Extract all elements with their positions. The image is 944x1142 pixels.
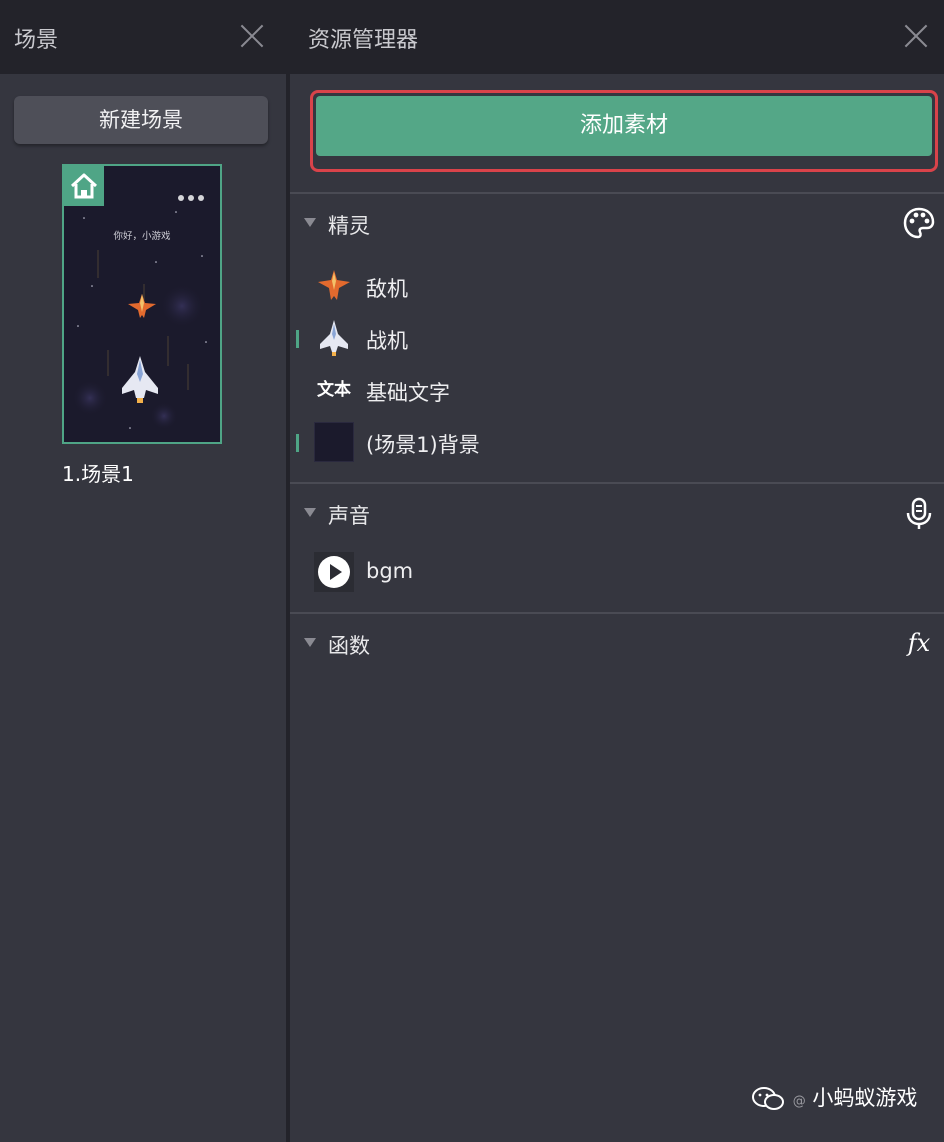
scene-label[interactable]: 1.场景1 xyxy=(62,458,134,487)
usage-marker xyxy=(296,330,299,348)
asset-item-enemy-plane[interactable]: 敌机 xyxy=(290,266,944,314)
scene-panel: 场景 新建场景 你好，小游戏 1.场景1 xyxy=(0,0,286,1142)
asset-name: bgm xyxy=(366,559,414,583)
more-options-icon[interactable] xyxy=(178,186,210,201)
asset-manager-panel: 资源管理器 添加素材 精灵 敌机 战机 文本 基础文字 (场景1)背景 声音 b… xyxy=(290,0,944,1142)
asset-item-bgm[interactable]: bgm xyxy=(290,552,944,600)
play-icon[interactable] xyxy=(314,552,354,592)
wechat-icon xyxy=(752,1087,784,1110)
asset-item-background[interactable]: (场景1)背景 xyxy=(290,422,944,470)
fx-icon[interactable]: fx xyxy=(902,626,936,660)
asset-manager-title: 资源管理器 xyxy=(308,28,419,53)
close-icon[interactable] xyxy=(240,24,264,48)
watermark-prefix: @ xyxy=(792,1094,806,1109)
add-asset-button[interactable]: 添加素材 xyxy=(316,96,932,156)
home-icon xyxy=(64,166,104,206)
new-scene-button[interactable]: 新建场景 xyxy=(14,96,268,144)
caret-down-icon xyxy=(304,218,316,227)
asset-name: (场景1)背景 xyxy=(366,433,480,457)
palette-icon[interactable] xyxy=(902,206,936,240)
scene-preview-art xyxy=(72,211,207,430)
close-icon[interactable] xyxy=(904,24,928,48)
asset-item-fighter-plane[interactable]: 战机 xyxy=(290,318,944,366)
enemy-plane-icon xyxy=(318,270,350,300)
usage-marker xyxy=(296,434,299,452)
scene-panel-title: 场景 xyxy=(14,28,59,53)
section-title-functions: 函数 xyxy=(328,634,370,658)
section-divider xyxy=(290,192,944,194)
section-header-sounds[interactable]: 声音 xyxy=(290,492,944,536)
section-divider xyxy=(290,482,944,484)
asset-name: 敌机 xyxy=(366,277,408,301)
asset-name: 基础文字 xyxy=(366,381,450,405)
section-header-sprites[interactable]: 精灵 xyxy=(290,202,944,246)
fighter-plane-icon xyxy=(320,320,348,356)
background-thumbnail xyxy=(314,422,354,462)
caret-down-icon xyxy=(304,508,316,517)
asset-item-basic-text[interactable]: 文本 基础文字 xyxy=(290,370,944,418)
scene-preview-caption: 你好，小游戏 xyxy=(113,231,171,242)
text-icon: 文本 xyxy=(317,380,351,400)
section-title-sprites: 精灵 xyxy=(328,214,370,238)
asset-name: 战机 xyxy=(366,329,408,353)
section-header-functions[interactable]: 函数 fx xyxy=(290,622,944,666)
section-title-sounds: 声音 xyxy=(328,504,370,528)
scene-panel-header: 场景 xyxy=(0,0,286,74)
watermark-text: 小蚂蚁游戏 xyxy=(812,1086,918,1110)
watermark: @ 小蚂蚁游戏 xyxy=(752,1082,917,1112)
asset-manager-header: 资源管理器 xyxy=(290,0,944,74)
caret-down-icon xyxy=(304,638,316,647)
scene-thumbnail[interactable]: 你好，小游戏 xyxy=(62,164,222,444)
section-divider xyxy=(290,612,944,614)
microphone-icon[interactable] xyxy=(902,496,936,530)
